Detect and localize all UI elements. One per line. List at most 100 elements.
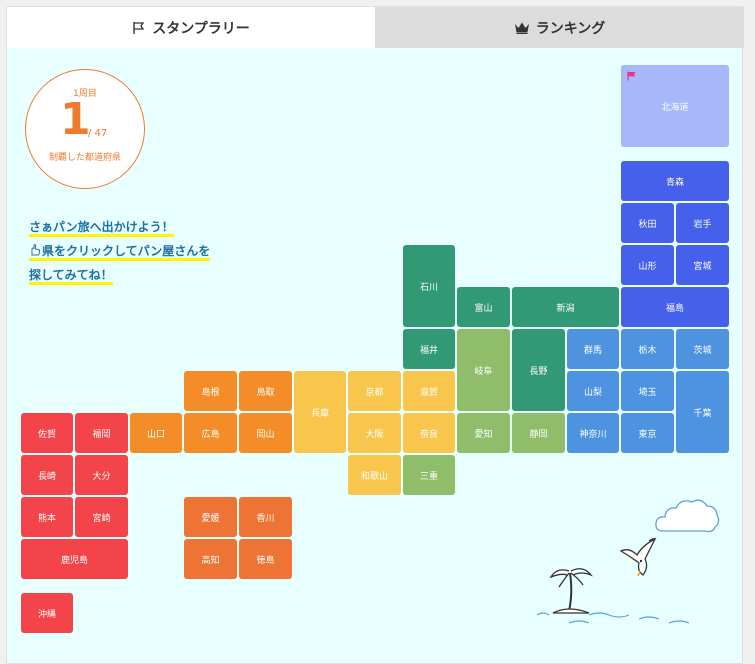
pref-aichi-label: 愛知: [474, 429, 493, 440]
pref-akita-label: 秋田: [638, 219, 657, 230]
pref-gunma[interactable]: 群馬: [567, 329, 619, 369]
pref-hokkaido[interactable]: 北海道: [621, 65, 729, 147]
pref-tottori-label: 鳥取: [256, 387, 275, 398]
pref-mie[interactable]: 三重: [403, 455, 455, 495]
cloud-icon: [655, 499, 720, 533]
total-count: / 47: [88, 128, 108, 139]
tab-stamp-rally[interactable]: スタンプラリー: [7, 7, 375, 48]
counter-caption: 制覇した都道府県: [48, 153, 121, 163]
pref-okayama[interactable]: 岡山: [239, 413, 292, 453]
pref-fukuoka-label: 福岡: [92, 429, 111, 440]
pref-shizuoka-label: 静岡: [529, 429, 548, 440]
intro-line-2: 県をクリックしてパン屋さんを: [42, 244, 211, 258]
pref-wakayama-label: 和歌山: [360, 471, 388, 482]
pref-toyama-label: 富山: [474, 303, 493, 314]
pref-nagasaki[interactable]: 長崎: [21, 455, 73, 495]
pref-hiroshima[interactable]: 広島: [184, 413, 237, 453]
pref-kochi-label: 高知: [201, 555, 220, 566]
pref-yamanashi-label: 山梨: [583, 387, 602, 398]
intro-message: さぁパン旅へ出かけよう！ 県をクリックしてパン屋さんを 探してみてね！: [29, 215, 211, 287]
pref-fukushima-label: 福島: [665, 303, 684, 314]
pref-niigata-label: 新潟: [556, 303, 575, 314]
pref-saga[interactable]: 佐賀: [21, 413, 73, 453]
pref-gifu[interactable]: 岐阜: [457, 329, 510, 411]
pref-shimane[interactable]: 島根: [184, 371, 237, 411]
pref-kagawa[interactable]: 香川: [239, 497, 292, 537]
pref-okinawa[interactable]: 沖縄: [21, 593, 73, 633]
tab-stamp-rally-label: スタンプラリー: [152, 20, 250, 37]
pref-ibaraki[interactable]: 茨城: [676, 329, 729, 369]
pref-kumamoto-label: 熊本: [37, 513, 56, 524]
pref-nagano-label: 長野: [529, 366, 548, 377]
pref-kanagawa[interactable]: 神奈川: [567, 413, 619, 453]
pref-miyazaki[interactable]: 宮崎: [75, 497, 128, 537]
pointing-hand-icon: [31, 244, 41, 256]
pref-kyoto[interactable]: 京都: [348, 371, 401, 411]
intro-line-3: 探してみてね！: [29, 268, 113, 285]
pref-fukushima[interactable]: 福島: [621, 287, 729, 327]
pref-mie-label: 三重: [419, 471, 438, 482]
pref-gifu-label: 岐阜: [474, 366, 493, 377]
pref-yamagata-label: 山形: [638, 261, 657, 272]
pref-tochigi[interactable]: 栃木: [621, 329, 674, 369]
pref-nara[interactable]: 奈良: [403, 413, 455, 453]
tab-ranking-label: ランキング: [535, 20, 606, 37]
pref-aomori[interactable]: 青森: [621, 161, 729, 201]
pref-yamaguchi[interactable]: 山口: [130, 413, 182, 453]
pref-ehime[interactable]: 愛媛: [184, 497, 237, 537]
flag-icon: [133, 21, 145, 34]
pref-kanagawa-label: 神奈川: [579, 429, 607, 440]
pref-fukui-label: 福井: [419, 345, 438, 356]
pref-hokkaido-label: 北海道: [661, 102, 689, 113]
pref-yamanashi[interactable]: 山梨: [567, 371, 619, 411]
pref-saga-label: 佐賀: [37, 429, 56, 440]
pref-oita[interactable]: 大分: [75, 455, 128, 495]
pref-hyogo[interactable]: 兵庫: [294, 371, 346, 453]
pref-kochi[interactable]: 高知: [184, 539, 237, 579]
pref-miyagi[interactable]: 宮城: [676, 245, 729, 285]
pref-niigata[interactable]: 新潟: [512, 287, 619, 327]
conquered-count: 1: [60, 94, 91, 145]
pref-aomori-label: 青森: [665, 177, 684, 188]
pref-kumamoto[interactable]: 熊本: [21, 497, 73, 537]
pref-chiba[interactable]: 千葉: [676, 371, 729, 453]
pref-chiba-label: 千葉: [693, 408, 712, 419]
pref-ishikawa-label: 石川: [419, 282, 438, 293]
pref-tokushima[interactable]: 徳島: [239, 539, 292, 579]
pref-shiga[interactable]: 滋賀: [403, 371, 455, 411]
pref-yamaguchi-label: 山口: [146, 429, 165, 440]
pref-ishikawa[interactable]: 石川: [403, 245, 455, 327]
pref-shimane-label: 島根: [201, 387, 220, 398]
pref-fukuoka[interactable]: 福岡: [75, 413, 128, 453]
pref-wakayama[interactable]: 和歌山: [348, 455, 401, 495]
pref-akita[interactable]: 秋田: [621, 203, 674, 243]
pref-toyama[interactable]: 富山: [457, 287, 510, 327]
pref-tokyo-label: 東京: [638, 429, 657, 440]
intro-line-1: さぁパン旅へ出かけよう！: [29, 220, 174, 237]
pref-saitama-label: 埼玉: [638, 387, 657, 398]
tab-ranking[interactable]: ランキング: [375, 7, 744, 48]
pref-ehime-label: 愛媛: [201, 513, 220, 524]
pref-tokushima-label: 徳島: [256, 555, 275, 566]
pref-iwate[interactable]: 岩手: [676, 203, 729, 243]
pref-kagoshima[interactable]: 鹿児島: [21, 539, 128, 579]
pref-okinawa-label: 沖縄: [37, 609, 56, 620]
pref-aichi[interactable]: 愛知: [457, 413, 510, 453]
conquered-flag-icon: [627, 71, 636, 81]
pref-kyoto-label: 京都: [365, 387, 384, 398]
pref-saitama[interactable]: 埼玉: [621, 371, 674, 411]
pref-ibaraki-label: 茨城: [693, 345, 712, 356]
pref-nagano[interactable]: 長野: [512, 329, 565, 411]
pref-fukui[interactable]: 福井: [403, 329, 455, 369]
pref-tokyo[interactable]: 東京: [621, 413, 674, 453]
palm-island-icon: [536, 568, 690, 624]
pref-shizuoka[interactable]: 静岡: [512, 413, 565, 453]
pref-osaka[interactable]: 大阪: [348, 413, 401, 453]
pref-okayama-label: 岡山: [256, 429, 275, 440]
pref-yamagata[interactable]: 山形: [621, 245, 674, 285]
tab-bar: スタンプラリー ランキング: [7, 7, 744, 48]
pref-kagawa-label: 香川: [256, 513, 275, 524]
pref-miyagi-label: 宮城: [693, 261, 712, 272]
pref-tottori[interactable]: 鳥取: [239, 371, 292, 411]
pref-oita-label: 大分: [92, 471, 111, 482]
